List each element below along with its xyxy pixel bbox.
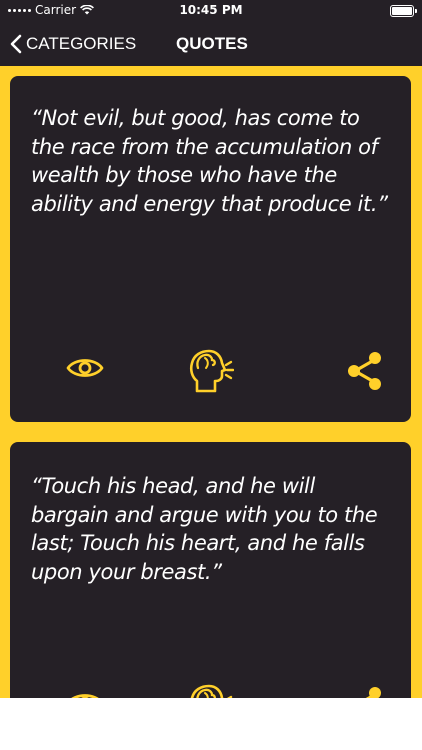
quote-card: “Not evil, but good, has come to the rac…: [10, 76, 411, 422]
chevron-left-icon: [10, 34, 22, 54]
share-icon[interactable]: [346, 686, 386, 698]
share-icon[interactable]: [346, 351, 386, 391]
back-button[interactable]: CATEGORIES: [10, 22, 136, 66]
quote-card: “Touch his head, and he will bargain and…: [10, 442, 411, 698]
navigation-bar: CATEGORIES QUOTES: [0, 22, 422, 66]
quote-text: “Not evil, but good, has come to the rac…: [31, 106, 388, 216]
status-time: 10:45 PM: [179, 3, 243, 17]
speak-icon[interactable]: [188, 349, 234, 393]
page-title: QUOTES: [176, 34, 248, 53]
status-bar: Carrier 10:45 PM: [0, 0, 422, 22]
app-screen: Carrier 10:45 PM CATEGORIES QUOTES “Not …: [0, 0, 422, 698]
speak-icon[interactable]: [188, 684, 234, 698]
quote-text: “Touch his head, and he will bargain and…: [31, 474, 378, 584]
eye-icon[interactable]: [66, 355, 104, 381]
back-label: CATEGORIES: [26, 34, 137, 53]
battery-icon: [390, 5, 417, 17]
eye-icon[interactable]: [66, 690, 104, 698]
